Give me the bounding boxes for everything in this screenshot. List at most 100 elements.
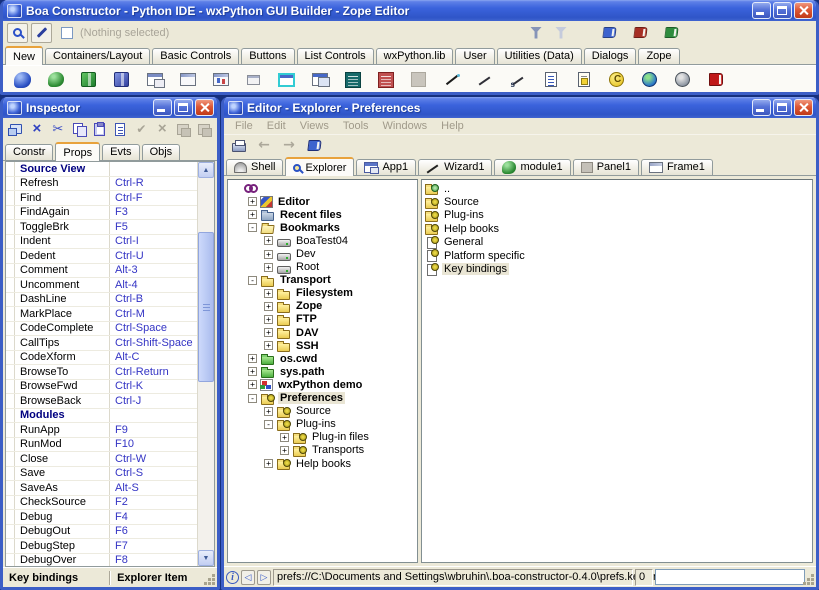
editor-tab-shell[interactable]: Shell [226,159,283,175]
boa-green-button[interactable] [44,68,67,91]
main-titlebar[interactable]: Boa Constructor - Python IDE - wxPython … [3,0,816,21]
apply-button[interactable] [132,120,150,138]
editor-red-button[interactable] [374,68,397,91]
inspector-maximize-button[interactable] [174,99,193,116]
tree-item-plug-in-files[interactable]: +Plug-in files [230,431,417,444]
prop-row-dashline[interactable]: DashLineCtrl-B [6,293,214,308]
palette-tab-dialogs[interactable]: Dialogs [584,48,637,64]
list-item-plug-ins[interactable]: Plug-ins [424,209,812,222]
frame-select-button[interactable] [7,23,28,43]
book-green-button[interactable] [660,23,682,43]
c-file-button[interactable] [605,68,628,91]
resize-grip[interactable] [212,582,215,585]
inspector-close-button[interactable] [195,99,214,116]
delete-button[interactable] [28,120,46,138]
prop-row-comment[interactable]: CommentAlt-3 [6,264,214,279]
prop-row-browseto[interactable]: BrowseToCtrl-Return [6,365,214,380]
editor-tab-explorer[interactable]: Explorer [285,157,354,176]
menu-edit[interactable]: Edit [260,120,293,132]
expand-icon[interactable]: + [248,380,257,389]
tree-item-editor[interactable]: +Editor [230,195,417,208]
main-maximize-button[interactable] [773,2,792,19]
book-red-button[interactable] [629,23,651,43]
tree-item-bookmarks[interactable]: -Bookmarks [230,221,417,234]
expand-icon[interactable]: + [264,289,273,298]
nav-back-button[interactable] [241,570,255,585]
wand-button[interactable] [440,68,463,91]
prop-row-codecomplete[interactable]: CodeCompleteCtrl-Space [6,322,214,337]
expand-icon[interactable]: + [264,328,273,337]
editor-tab-panel1[interactable]: Panel1 [573,159,639,175]
editor-maximize-button[interactable] [773,99,792,116]
tree-item-ssh[interactable]: +SSH [230,339,417,352]
inspector-scrollbar[interactable]: ▲ ▼ [197,162,214,566]
prop-row-findagain[interactable]: FindAgainF3 [6,206,214,221]
editor-teal-button[interactable] [341,68,364,91]
inspector-tab-props[interactable]: Props [55,142,100,161]
expand-icon[interactable]: + [248,210,257,219]
prop-row-indent[interactable]: IndentCtrl-I [6,235,214,250]
palette-tab-list-controls[interactable]: List Controls [297,48,374,64]
tree-item-dav[interactable]: +DAV [230,326,417,339]
tree-item-os-cwd[interactable]: +os.cwd [230,352,417,365]
palette-tab-buttons[interactable]: Buttons [241,48,294,64]
editor-tab-module1[interactable]: module1 [494,159,570,175]
palette-tab-user[interactable]: User [455,48,494,64]
list-item-help-books[interactable]: Help books [424,222,812,235]
prop-row-markplace[interactable]: MarkPlaceCtrl-M [6,307,214,322]
menu-tools[interactable]: Tools [336,120,376,132]
tree-item-ftp[interactable]: +FTP [230,313,417,326]
package-blue-button[interactable] [110,68,133,91]
funnel-outline-button[interactable] [555,23,577,43]
main-close-button[interactable] [794,2,813,19]
expand-icon[interactable]: + [264,407,273,416]
prop-row-source-view[interactable]: Source View [6,162,214,177]
cut-button[interactable] [49,120,67,138]
app-window-button[interactable] [143,68,166,91]
prop-row-find[interactable]: FindCtrl-F [6,191,214,206]
scroll-thumb[interactable] [198,232,214,382]
expand-icon[interactable]: + [280,433,289,442]
selection-checkbox[interactable] [61,27,73,39]
apply-all-button[interactable] [174,120,192,138]
bigbook-red-button[interactable] [704,68,727,91]
prop-row-close[interactable]: CloseCtrl-W [6,452,214,467]
inspector-tab-objs[interactable]: Objs [142,144,181,160]
book-blue-button[interactable] [598,23,620,43]
editor-tab-frame1[interactable]: Frame1 [641,159,713,175]
list-item-key-bindings[interactable]: Key bindings [424,262,812,275]
expand-icon[interactable]: + [264,315,273,324]
palette-tab-utilities-data[interactable]: Utilities (Data) [497,48,582,64]
back-button[interactable] [253,136,275,155]
expand-icon[interactable]: + [264,459,273,468]
doc-text-button[interactable] [539,68,562,91]
globe-gray-button[interactable] [671,68,694,91]
editor-resize-grip[interactable] [811,582,814,585]
prop-row-uncomment[interactable]: UncommentAlt-4 [6,278,214,293]
palette-tab-wxpython-lib[interactable]: wxPython.lib [376,48,454,64]
expand-icon[interactable]: + [264,341,273,350]
scroll-up-icon[interactable]: ▲ [198,162,214,178]
tree-item-boatest04[interactable]: +BoaTest04 [230,234,417,247]
pen-select-button[interactable] [31,23,52,43]
mini-frame-button[interactable] [242,68,265,91]
forward-button[interactable] [278,136,300,155]
menu-file[interactable]: File [228,120,260,132]
list-item-general[interactable]: General [424,236,812,249]
expand-icon[interactable]: + [248,197,257,206]
copy-button[interactable] [70,120,88,138]
prop-row-browsefwd[interactable]: BrowseFwdCtrl-K [6,380,214,395]
list-item-item[interactable]: .. [424,182,812,195]
editor-tab-app1[interactable]: App1 [356,159,416,175]
funnel-filled-button[interactable] [525,23,547,43]
tree-item-wxpython-demo[interactable]: +wxPython demo [230,378,417,391]
palette-tab-new[interactable]: New [5,46,43,65]
collapse-icon[interactable]: - [264,420,273,429]
expand-icon[interactable]: + [280,446,289,455]
prop-row-runapp[interactable]: RunAppF9 [6,423,214,438]
tree-item-transport[interactable]: -Transport [230,274,417,287]
prop-row-browseback[interactable]: BrowseBackCtrl-J [6,394,214,409]
doc-tasks-button[interactable] [572,68,595,91]
prop-row-calltips[interactable]: CallTipsCtrl-Shift-Space [6,336,214,351]
tree-item-preferences[interactable]: -Preferences [230,392,417,405]
